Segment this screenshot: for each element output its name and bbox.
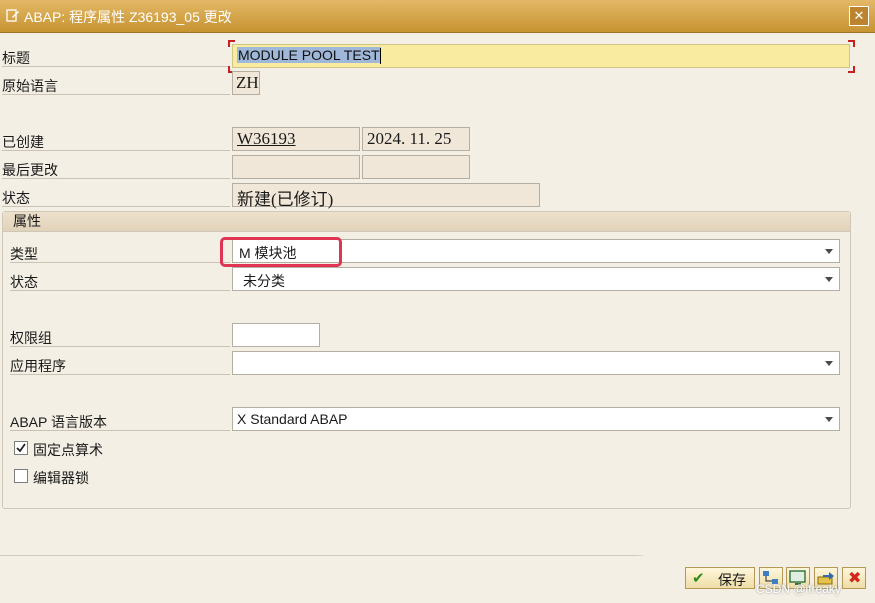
created-date-value: 2024. 11. 25 (362, 127, 470, 151)
status-dropdown-value: 未分类 (243, 273, 285, 289)
focus-corner-tr (848, 40, 855, 47)
application-dropdown[interactable] (232, 351, 840, 375)
text-cursor (380, 48, 381, 64)
fixed-point-label: 固定点算术 (33, 442, 103, 458)
edit-document-icon (6, 9, 19, 22)
close-window-button[interactable]: ✕ (849, 6, 869, 26)
created-by-text: W36193 (237, 129, 296, 148)
dropdown-arrow-icon (825, 277, 833, 282)
editor-lock-checkbox[interactable] (14, 469, 28, 483)
last-changed-label: 最后更改 (2, 157, 230, 179)
cancel-icon: ✖ (848, 570, 862, 587)
attributes-group-title: 属性 (3, 212, 850, 232)
save-button-label: 保存 (718, 572, 746, 588)
type-highlight-box (220, 237, 342, 267)
checkmark-icon: ✔ (692, 570, 705, 587)
abap-version-dropdown-value: X Standard ABAP (237, 411, 348, 427)
cancel-button[interactable]: ✖ (842, 567, 866, 589)
fixed-point-checkbox[interactable] (14, 441, 28, 455)
checkmark-icon (16, 443, 26, 453)
type-label: 类型 (10, 241, 230, 263)
dropdown-arrow-icon (825, 417, 833, 422)
window-title: ABAP: 程序属性 Z36193_05 更改 (24, 9, 232, 25)
title-label: 标题 (2, 45, 230, 67)
abap-version-label: ABAP 语言版本 (10, 409, 230, 431)
original-language-label: 原始语言 (2, 73, 230, 95)
application-label: 应用程序 (10, 353, 230, 375)
status-dropdown[interactable]: 未分类 (232, 267, 840, 291)
save-button[interactable]: ✔ 保存 (685, 567, 755, 589)
focus-corner-tl (228, 40, 235, 47)
status-label: 状态 (2, 185, 230, 207)
title-input-value: MODULE POOL TEST (237, 47, 381, 63)
abap-version-dropdown[interactable]: X Standard ABAP (232, 407, 840, 431)
window-titlebar: ABAP: 程序属性 Z36193_05 更改 ✕ (0, 0, 875, 33)
created-by-value: W36193 (232, 127, 360, 151)
attr-status-label: 状态 (10, 269, 230, 291)
auth-group-label: 权限组 (10, 325, 230, 347)
created-label: 已创建 (2, 129, 230, 151)
title-input[interactable]: MODULE POOL TEST (232, 44, 850, 68)
focus-corner-br (848, 66, 855, 73)
dropdown-arrow-icon (825, 361, 833, 366)
last-changed-by-value (232, 155, 360, 179)
auth-group-input[interactable] (232, 323, 320, 347)
editor-lock-label: 编辑器锁 (33, 470, 89, 486)
status-value: 新建(已修订) (232, 183, 540, 209)
original-language-value: ZH (232, 71, 260, 95)
last-changed-date-value (362, 155, 470, 179)
watermark-text: CSDN @ifreaky (756, 582, 841, 596)
dropdown-arrow-icon (825, 249, 833, 254)
close-icon: ✕ (853, 8, 865, 23)
